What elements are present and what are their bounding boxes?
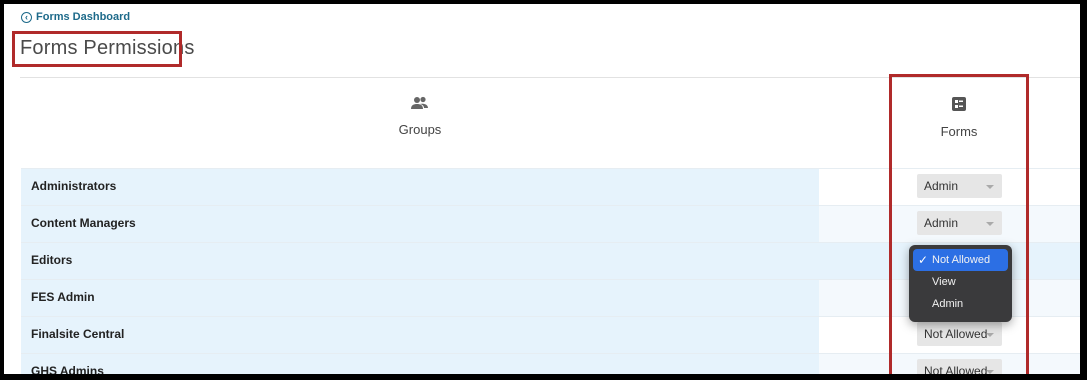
- permission-dropdown-menu: ✓ Not Allowed View Admin: [909, 245, 1012, 322]
- forms-column-annotation-box: [889, 74, 1029, 374]
- forms-dashboard-label: Forms Dashboard: [36, 11, 131, 23]
- groups-column-label: Groups: [398, 122, 442, 137]
- group-name: GHS Admins: [31, 364, 104, 374]
- group-name-cell: FES Admin: [21, 280, 819, 316]
- group-name-cell: Administrators: [21, 169, 819, 205]
- groups-column-header: Groups: [21, 96, 819, 137]
- title-annotation-box: [12, 31, 182, 67]
- group-name: Administrators: [31, 179, 117, 193]
- group-name: Finalsite Central: [31, 327, 125, 341]
- group-name-cell: GHS Admins: [21, 354, 819, 374]
- dropdown-option-admin[interactable]: Admin: [913, 293, 1008, 315]
- group-name: FES Admin: [31, 290, 95, 304]
- dropdown-option-view[interactable]: View: [913, 271, 1008, 293]
- arrow-left-circle-icon: ‹: [21, 11, 32, 23]
- option-label: View: [932, 276, 956, 288]
- group-name-cell: Finalsite Central: [21, 317, 819, 353]
- forms-dashboard-link[interactable]: ‹ Forms Dashboard: [21, 11, 130, 23]
- page-frame: ‹ Forms Dashboard Forms Permissions Grou…: [4, 4, 1080, 374]
- group-name: Content Managers: [31, 216, 136, 230]
- option-label: Admin: [932, 298, 964, 310]
- group-name-cell: Editors: [21, 243, 819, 279]
- users-icon: [411, 96, 428, 109]
- dropdown-option-not-allowed[interactable]: ✓ Not Allowed: [913, 249, 1008, 271]
- option-label: Not Allowed: [932, 254, 991, 266]
- group-name: Editors: [31, 253, 73, 267]
- checkmark-icon: ✓: [918, 253, 929, 267]
- group-name-cell: Content Managers: [21, 206, 819, 242]
